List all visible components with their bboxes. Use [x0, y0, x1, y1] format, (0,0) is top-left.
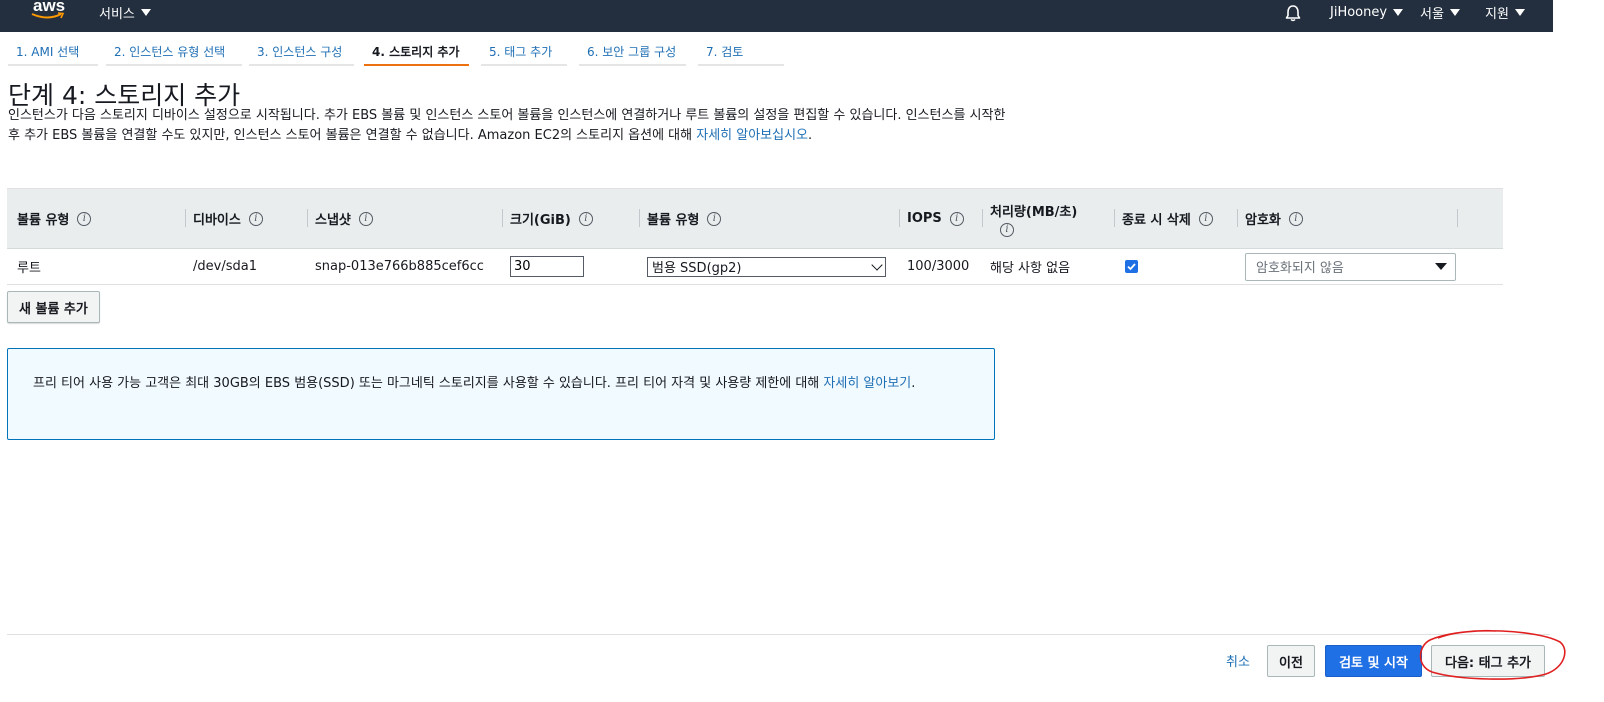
- cell-snapshot: snap-013e766b885cef6cc: [315, 259, 484, 274]
- services-menu[interactable]: 서비스: [99, 3, 151, 22]
- volume-type-value: 범용 SSD(gp2): [652, 261, 742, 276]
- tab-ami-select[interactable]: 1. AMI 선택: [8, 38, 98, 66]
- user-label: JiHooney: [1330, 4, 1388, 20]
- th-volume-kind: 볼륨 유형 i: [639, 189, 722, 248]
- info-icon[interactable]: i: [1198, 211, 1213, 226]
- th-snapshot: 스냅샷 i: [307, 189, 373, 248]
- next-add-tags-button[interactable]: 다음: 태그 추가: [1431, 645, 1545, 677]
- tab-instance-type[interactable]: 2. 인스턴스 유형 선택: [106, 38, 242, 66]
- region-menu[interactable]: 서울: [1420, 3, 1460, 22]
- checkmark-icon: [1127, 263, 1136, 271]
- cell-delete-on-termination: [1125, 249, 1138, 284]
- caret-down-icon: [1393, 8, 1404, 16]
- cell-size: [510, 249, 584, 284]
- support-menu[interactable]: 지원: [1485, 3, 1525, 22]
- review-and-launch-button[interactable]: 검토 및 시작: [1325, 645, 1422, 677]
- table-row: 루트 /dev/sda1 snap-013e766b885cef6cc 범용 S…: [7, 249, 1503, 285]
- tab-instance-config[interactable]: 3. 인스턴스 구성: [249, 38, 354, 66]
- encryption-value: 암호화되지 않음: [1256, 261, 1344, 276]
- th-size: 크기(GiB) i: [502, 189, 593, 248]
- caret-down-icon: [1514, 8, 1525, 16]
- aws-logo[interactable]: aws: [30, 0, 70, 24]
- info-icon[interactable]: i: [358, 211, 373, 226]
- cell-device: /dev/sda1: [193, 259, 257, 274]
- encryption-select[interactable]: 암호화되지 않음: [1245, 252, 1456, 281]
- previous-button[interactable]: 이전: [1267, 645, 1315, 677]
- info-icon[interactable]: i: [77, 211, 92, 226]
- th-volume-type: 볼륨 유형 i: [17, 189, 92, 248]
- tab-add-tags[interactable]: 5. 태그 추가: [481, 38, 567, 66]
- caret-down-icon: [1449, 8, 1460, 16]
- th-device: 디바이스 i: [185, 189, 263, 248]
- region-label: 서울: [1420, 6, 1444, 22]
- description-end: .: [808, 128, 813, 143]
- caret-down-icon: [1435, 263, 1447, 270]
- size-input[interactable]: [510, 256, 584, 277]
- bell-icon[interactable]: [1283, 3, 1303, 23]
- info-icon[interactable]: i: [248, 211, 263, 226]
- cell-throughput: 해당 사항 없음: [990, 261, 1071, 276]
- cancel-link[interactable]: 취소: [1226, 651, 1250, 670]
- th-iops: IOPS i: [899, 189, 964, 248]
- add-volume-button[interactable]: 새 볼륨 추가: [7, 291, 100, 323]
- page-description: 인스턴스가 다음 스토리지 디바이스 설정으로 시작됩니다. 추가 EBS 볼륨…: [8, 106, 1008, 146]
- storage-table: 볼륨 유형 i 디바이스 i 스냅샷 i 크기(GiB) i 볼륨 유형 i IOPS i …: [7, 188, 1503, 285]
- info-icon[interactable]: i: [1288, 211, 1303, 226]
- tab-security-group[interactable]: 6. 보안 그룹 구성: [579, 38, 686, 66]
- support-label: 지원: [1485, 6, 1509, 22]
- chevron-down-icon: [871, 258, 883, 271]
- notice-text: 프리 티어 사용 가능 고객은 최대 30GB의 EBS 범용(SSD) 또는 …: [33, 376, 916, 391]
- table-header: 볼륨 유형 i 디바이스 i 스냅샷 i 크기(GiB) i 볼륨 유형 i IOPS i …: [7, 188, 1503, 249]
- th-encryption: 암호화 i: [1237, 189, 1303, 248]
- learn-more-link[interactable]: 자세히 알아보십시오: [696, 128, 808, 143]
- user-menu[interactable]: JiHooney: [1330, 3, 1404, 21]
- description-text: 인스턴스가 다음 스토리지 디바이스 설정으로 시작됩니다. 추가 EBS 볼륨…: [8, 108, 1006, 143]
- cell-volume-kind: 범용 SSD(gp2): [647, 249, 886, 284]
- free-tier-notice: 프리 티어 사용 가능 고객은 최대 30GB의 EBS 범용(SSD) 또는 …: [7, 348, 995, 440]
- volume-type-select[interactable]: 범용 SSD(gp2): [647, 256, 886, 277]
- tab-review[interactable]: 7. 검토: [698, 38, 784, 66]
- info-icon[interactable]: i: [1000, 222, 1014, 237]
- info-icon[interactable]: i: [707, 211, 722, 226]
- cell-encryption: 암호화되지 않음: [1245, 249, 1456, 284]
- cell-iops: 100/3000: [907, 259, 970, 274]
- info-icon[interactable]: i: [578, 211, 593, 226]
- services-label: 서비스: [99, 6, 135, 22]
- info-icon[interactable]: i: [949, 211, 964, 226]
- footer-divider: [7, 634, 1550, 635]
- cell-volume-type: 루트: [17, 261, 41, 276]
- th-delete-on-termination: 종료 시 삭제 i: [1114, 189, 1213, 248]
- caret-down-icon: [140, 8, 151, 16]
- delete-on-termination-checkbox[interactable]: [1125, 260, 1138, 273]
- notice-learn-more-link[interactable]: 자세히 알아보기: [823, 376, 911, 391]
- tab-add-storage[interactable]: 4. 스토리지 추가: [364, 38, 469, 66]
- th-throughput: 처리량(MB/초) i: [982, 189, 1077, 248]
- aws-smile-icon: [31, 12, 65, 19]
- top-nav-bar: aws 서비스 JiHooney 서울 지원: [0, 0, 1553, 32]
